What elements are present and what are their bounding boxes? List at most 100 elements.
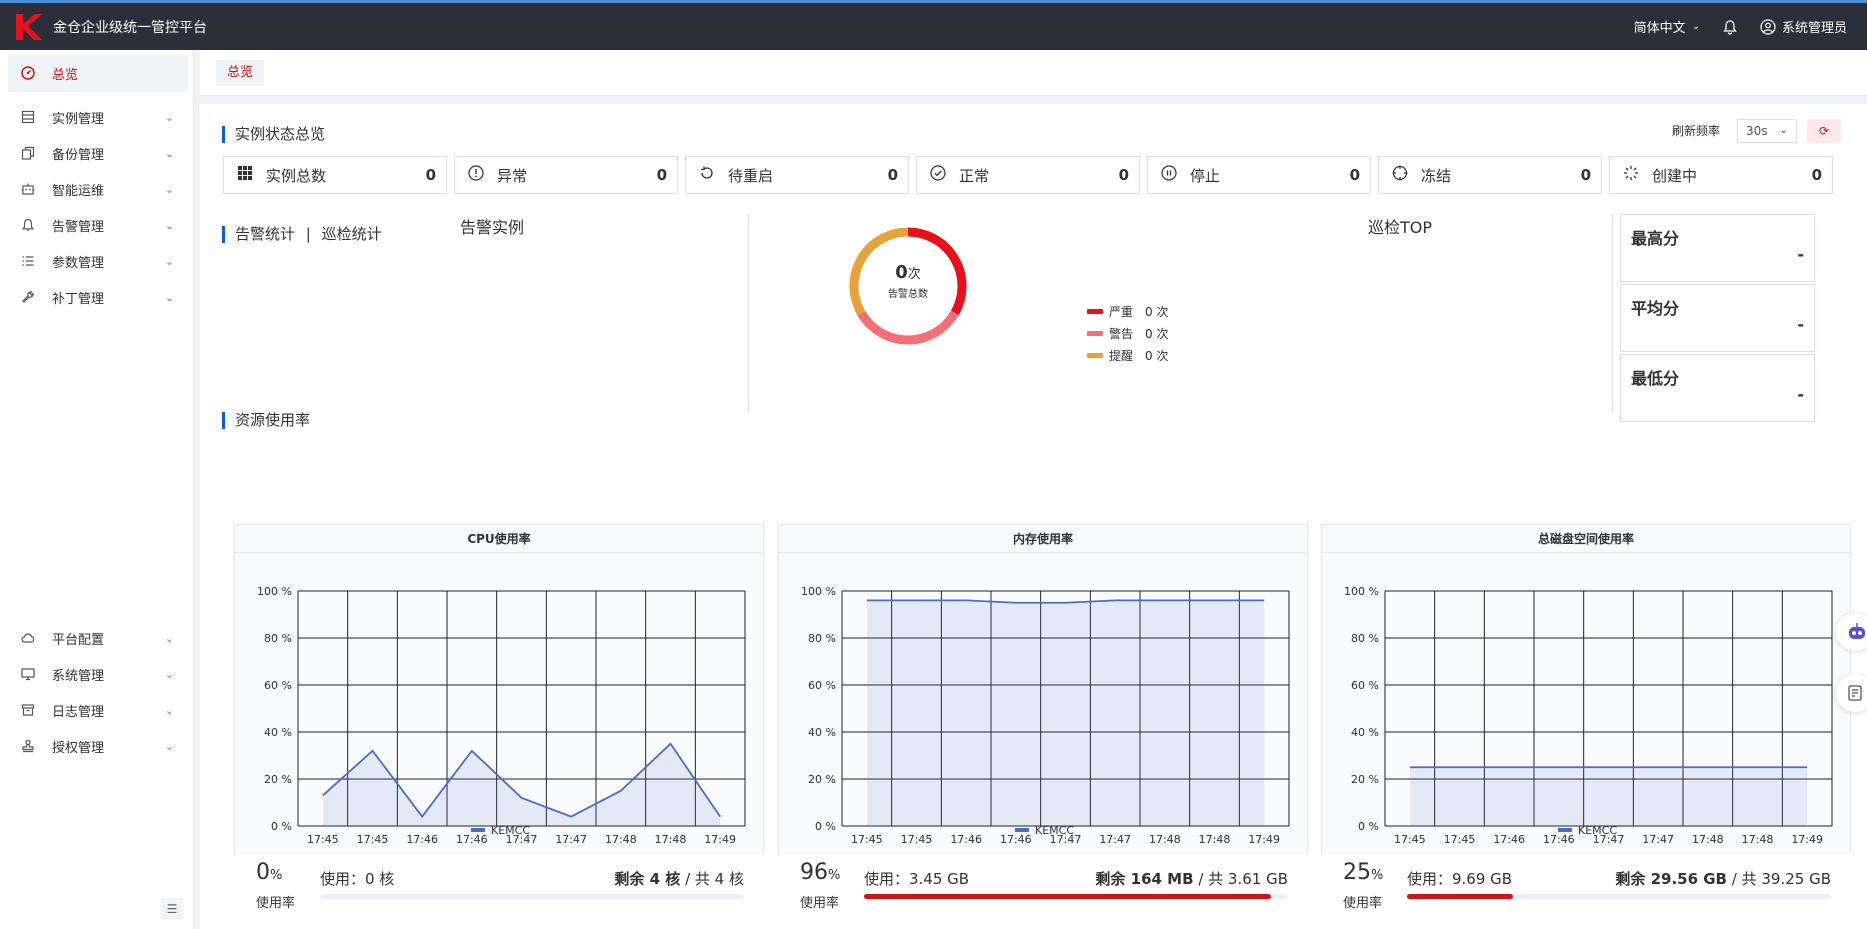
snowflake-icon: [1391, 165, 1409, 185]
stat-value: 0: [1580, 166, 1591, 184]
x-tick-label: 17:45: [1394, 833, 1426, 846]
stat-normal[interactable]: 正常 0: [916, 156, 1140, 194]
wrench-icon: [20, 289, 36, 305]
y-tick-label: 80 %: [264, 632, 292, 645]
usage-percent-label: 使用率: [256, 896, 296, 911]
x-tick-label: 17:47: [1099, 833, 1131, 846]
y-tick-label: 40 %: [1351, 726, 1379, 739]
chart-plot: 100 % 80 % 60 % 40 % 20 % 0 % 17:45 17:45 17:46 1…: [801, 585, 1290, 846]
sidebar-item-label: 系统管理: [52, 668, 105, 684]
sidebar-item-smart-ops[interactable]: 智能运维 ⌄: [8, 170, 188, 208]
chevron-down-icon: ⌄: [164, 290, 174, 304]
cloud-icon: [20, 630, 36, 646]
sidebar-item-params[interactable]: 参数管理 ⌄: [8, 242, 188, 280]
y-tick-label: 100 %: [257, 585, 292, 598]
x-tick-label: 17:48: [655, 833, 687, 846]
language-selector[interactable]: 简体中文 ⌄: [1634, 17, 1700, 36]
usage-used: 使用：9.69 GB: [1407, 870, 1513, 888]
sidebar-item-label: 告警管理: [52, 219, 105, 235]
score-label: 最高分: [1631, 229, 1680, 248]
notification-bell-icon[interactable]: [1722, 19, 1738, 35]
stat-value: 0: [1811, 166, 1822, 184]
sidebar-item-patch[interactable]: 补丁管理 ⌄: [8, 278, 188, 316]
grid-icon: [236, 166, 254, 184]
stat-value: 0: [887, 166, 898, 184]
kingbase-logo-icon[interactable]: [13, 11, 45, 43]
sidebar-item-backup[interactable]: 备份管理 ⌄: [8, 134, 188, 172]
sidebar-item-label: 实例管理: [52, 111, 105, 127]
legend-reminder[interactable]: 提醒 0 次: [1087, 347, 1168, 364]
legend-value: 0 次: [1145, 327, 1169, 341]
stat-value: 0: [425, 166, 436, 184]
sidebar-item-system[interactable]: 系统管理 ⌄: [8, 655, 188, 693]
usage-percent-label: 使用率: [800, 896, 840, 911]
legend-value: 0 次: [1145, 305, 1169, 319]
stat-label: 实例总数: [266, 166, 327, 185]
stat-stopped[interactable]: 停止 0: [1147, 156, 1371, 194]
user-menu[interactable]: 系统管理员: [1760, 17, 1847, 36]
sidebar-item-alerts[interactable]: 告警管理 ⌄: [8, 206, 188, 244]
feedback-form-icon[interactable]: [1836, 674, 1867, 712]
legend-label[interactable]: KEMCC: [491, 824, 530, 837]
usage-percent-value: 0: [256, 860, 270, 885]
legend-warning[interactable]: 警告 0 次: [1087, 325, 1168, 342]
assistant-robot-icon[interactable]: [1836, 613, 1867, 651]
chevron-down-icon: ⌄: [164, 703, 174, 717]
stat-total[interactable]: 实例总数 0: [223, 156, 447, 194]
donut-segment-warning[interactable]: [857, 310, 959, 345]
inspection-top-title: 巡检TOP: [1368, 218, 1433, 237]
sidebar-item-label: 智能运维: [52, 183, 105, 199]
dashboard-icon: [20, 65, 36, 81]
sidebar-item-instance[interactable]: 实例管理 ⌄: [8, 98, 188, 136]
sidebar-item-logs[interactable]: 日志管理 ⌄: [8, 691, 188, 729]
usage-percent-unit: %: [828, 868, 841, 883]
alert-stats-tab[interactable]: 告警统计: [235, 225, 295, 243]
list-icon: [20, 253, 36, 269]
sidebar-item-license[interactable]: 授权管理 ⌄: [8, 727, 188, 765]
tab-overview[interactable]: 总览: [216, 60, 265, 86]
y-tick-label: 0 %: [815, 820, 836, 833]
stat-creating[interactable]: 创建中 0: [1609, 156, 1833, 194]
sidebar-item-overview[interactable]: 总览: [8, 54, 188, 92]
legend-swatch: [1087, 331, 1103, 336]
legend-critical[interactable]: 严重 0 次: [1087, 303, 1168, 320]
chart-title: 总磁盘空间使用率: [1322, 525, 1850, 553]
collapse-sidebar-icon[interactable]: ☰: [161, 898, 183, 920]
refresh-button[interactable]: ⟳: [1807, 119, 1841, 143]
x-tick-label: 17:46: [1000, 833, 1032, 846]
legend-label: 严重: [1109, 305, 1134, 319]
legend-label[interactable]: KEMCC: [1035, 824, 1074, 837]
x-tick-label: 17:45: [901, 833, 933, 846]
stat-pending-restart[interactable]: 待重启 0: [685, 156, 909, 194]
bell-icon: [20, 217, 36, 233]
archive-icon: [20, 702, 36, 718]
score-value: -: [1797, 245, 1804, 264]
resource-usage-title: 资源使用率: [222, 412, 310, 429]
usage-percent-unit: %: [270, 868, 283, 883]
stat-label: 创建中: [1652, 166, 1698, 185]
y-tick-label: 0 %: [271, 820, 292, 833]
inspection-stats-tab[interactable]: 巡检统计: [322, 225, 382, 243]
y-tick-label: 20 %: [1351, 773, 1379, 786]
y-tick-label: 80 %: [808, 632, 836, 645]
chart-title: CPU使用率: [235, 525, 763, 553]
legend-label[interactable]: KEMCC: [1578, 824, 1617, 837]
refresh-rate-select[interactable]: 30s ⌄: [1737, 119, 1797, 143]
usage-progress-bar: [864, 894, 1288, 899]
x-tick-label: 17:49: [704, 833, 736, 846]
score-average: 平均分 -: [1620, 284, 1815, 352]
score-highest: 最高分 -: [1620, 214, 1815, 282]
stat-abnormal[interactable]: 异常 0: [454, 156, 678, 194]
x-tick-label: 17:45: [357, 833, 389, 846]
y-tick-label: 40 %: [264, 726, 292, 739]
sidebar-item-label: 补丁管理: [52, 291, 105, 307]
usage-remaining: 剩余 29.56 GB / 共 39.25 GB: [1615, 868, 1831, 889]
usage-percent-value: 96: [800, 860, 828, 885]
stat-frozen[interactable]: 冻结 0: [1378, 156, 1602, 194]
legend-swatch: [471, 828, 485, 832]
sidebar-item-platform-config[interactable]: 平台配置 ⌄: [8, 619, 188, 657]
stat-label: 异常: [497, 166, 528, 185]
score-label: 最低分: [1631, 369, 1680, 388]
chevron-down-icon: ⌄: [1779, 125, 1788, 136]
usage-progress-fill: [864, 894, 1272, 899]
